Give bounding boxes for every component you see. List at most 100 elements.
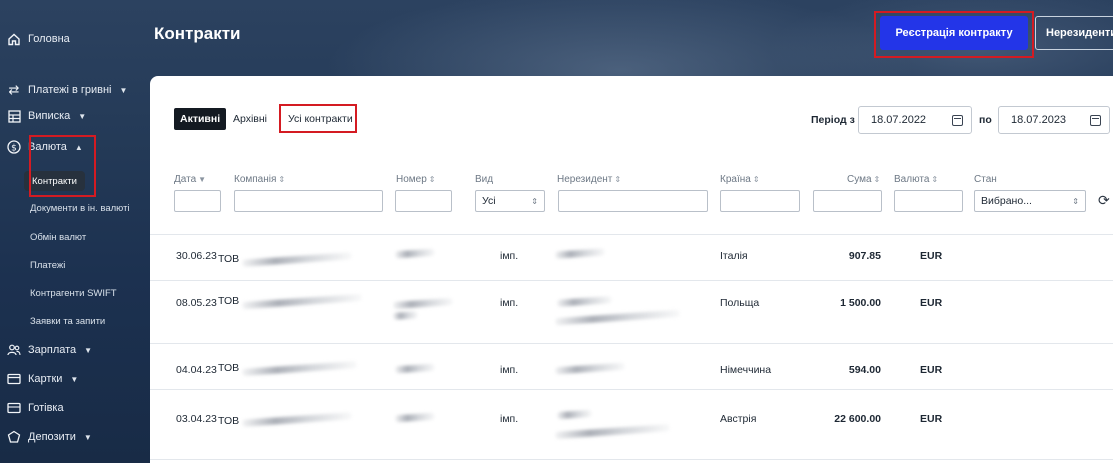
row-amount: 1 500.00 [840, 297, 881, 309]
redacted-nonresident [554, 309, 681, 326]
column-header-country[interactable]: Країна ⇕ [720, 174, 760, 185]
column-header-date[interactable]: Дата ▼ [174, 174, 206, 185]
sidebar-item-label: Зарплата [28, 344, 77, 356]
select-arrows-icon: ⇕ [531, 196, 538, 206]
table-divider [150, 389, 1113, 390]
column-header-currency[interactable]: Валюта ⇕ [894, 174, 938, 185]
nonresidents-button[interactable]: Нерезиденти [1035, 16, 1113, 50]
chevron-down-icon: ▼ [83, 432, 92, 442]
redacted-company [241, 293, 363, 310]
deposit-icon [6, 429, 22, 445]
sidebar-item-label: Валюта [28, 141, 67, 153]
sidebar-item-label: Картки [28, 373, 63, 385]
redacted-number [392, 311, 419, 320]
sidebar-item-label: Виписка [28, 110, 71, 122]
period-to-value: 18.07.2023 [1011, 114, 1067, 126]
table-divider [150, 459, 1113, 460]
sidebar-subitem-requests[interactable]: Заявки та запити [30, 313, 105, 329]
company-filter-input[interactable] [234, 190, 383, 212]
calendar-icon[interactable] [952, 114, 963, 126]
page-title: Контракти [154, 24, 241, 43]
column-header-company[interactable]: Компанія ⇕ [234, 174, 285, 185]
sort-icon: ⇕ [752, 175, 760, 184]
redacted-nonresident [556, 296, 613, 307]
period-to-label: по [979, 114, 992, 126]
people-icon [6, 342, 22, 358]
date-filter-input[interactable] [174, 190, 221, 212]
redacted-number [394, 363, 436, 374]
tab-archived[interactable]: Архівні [227, 108, 273, 130]
country-filter-input[interactable] [720, 190, 800, 212]
column-header-amount[interactable]: Сума ⇕ [847, 174, 880, 185]
column-header-nonresident[interactable]: Нерезидент ⇕ [557, 174, 621, 185]
sidebar-subitem-fx-documents[interactable]: Документи в ін. валюті [30, 200, 130, 216]
sidebar-item-label: Готівка [28, 402, 64, 414]
amount-filter-input[interactable] [813, 190, 882, 212]
sidebar-item-salary[interactable]: Зарплата ▼ [6, 341, 92, 359]
row-company: ТОВ [218, 362, 240, 374]
sidebar-subitem-swift[interactable]: Контрагенти SWIFT [30, 285, 117, 301]
register-contract-button[interactable]: Реєстрація контракту [880, 16, 1028, 50]
sidebar-item-label: Депозити [28, 431, 76, 443]
row-currency: EUR [920, 364, 943, 376]
sidebar-subitem-fx-exchange[interactable]: Обмін валют [30, 229, 86, 245]
cash-icon [6, 400, 22, 416]
type-filter-value: Усі [482, 195, 496, 207]
tab-active[interactable]: Активні [174, 108, 227, 130]
type-filter-select[interactable]: Усі ⇕ [475, 190, 545, 212]
redacted-company [241, 412, 353, 427]
sidebar-item-cash[interactable]: Готівка [6, 399, 64, 417]
sidebar-subitem-payments[interactable]: Платежі [30, 257, 65, 273]
redacted-number [394, 412, 436, 423]
sort-icon: ⇕ [278, 175, 286, 184]
sidebar: Головна ⇄ Платежі в гривні ▼ Виписка ▼ $… [0, 0, 150, 463]
tab-all-contracts[interactable]: Усі контракти [282, 108, 359, 130]
sidebar-item-label: Платежі в гривні [28, 84, 112, 96]
period-to-field[interactable]: 18.07.2023 [998, 106, 1110, 134]
table-divider [150, 280, 1113, 281]
row-type: імп. [500, 364, 519, 376]
select-arrows-icon: ⇕ [1072, 196, 1079, 206]
dollar-circle-icon: $ [6, 139, 22, 155]
row-currency: EUR [920, 297, 943, 309]
sidebar-item-currency[interactable]: $ Валюта ▲ [6, 138, 83, 156]
row-amount: 907.85 [848, 250, 881, 262]
number-filter-input[interactable] [395, 190, 452, 212]
chevron-down-icon: ▼ [78, 111, 87, 121]
period-from-label: Період з [811, 114, 855, 126]
row-date: 30.06.23 [176, 250, 217, 262]
row-company: ТОВ [218, 253, 240, 265]
row-date: 04.04.23 [176, 364, 217, 376]
chevron-down-icon: ▼ [84, 345, 93, 355]
redacted-company [241, 252, 353, 267]
redacted-nonresident [554, 362, 626, 375]
row-type: імп. [500, 413, 519, 425]
table-icon [6, 108, 22, 124]
currency-filter-input[interactable] [894, 190, 963, 212]
row-country: Німеччина [720, 364, 772, 376]
chevron-down-icon: ▼ [119, 85, 128, 95]
sidebar-item-payments-uah[interactable]: ⇄ Платежі в гривні ▼ [6, 81, 128, 99]
table-divider [150, 343, 1113, 344]
row-amount: 22 600.00 [834, 413, 881, 425]
nonresident-filter-input[interactable] [558, 190, 708, 212]
sidebar-subitem-contracts[interactable]: Контракти [24, 171, 85, 191]
row-amount: 594.00 [848, 364, 881, 376]
redacted-number [394, 248, 436, 259]
row-currency: EUR [920, 413, 943, 425]
sidebar-item-home[interactable]: Головна [6, 30, 70, 48]
column-header-number[interactable]: Номер ⇕ [396, 174, 435, 185]
period-from-field[interactable]: 18.07.2022 [858, 106, 972, 134]
refresh-icon[interactable]: ⟳ [1098, 192, 1110, 209]
sidebar-item-cards[interactable]: Картки ▼ [6, 370, 78, 388]
row-date: 08.05.23 [176, 297, 217, 309]
row-date: 03.04.23 [176, 413, 217, 425]
contracts-panel: Активні Архівні Усі контракти Період з 1… [150, 76, 1113, 463]
sort-icon: ⇕ [428, 175, 436, 184]
sidebar-item-deposits[interactable]: Депозити ▼ [6, 428, 92, 446]
state-filter-select[interactable]: Вибрано... ⇕ [974, 190, 1086, 212]
calendar-icon[interactable] [1090, 114, 1101, 126]
sidebar-item-statement[interactable]: Виписка ▼ [6, 107, 86, 125]
column-header-state: Стан [974, 174, 997, 185]
chevron-down-icon: ▼ [70, 374, 79, 384]
